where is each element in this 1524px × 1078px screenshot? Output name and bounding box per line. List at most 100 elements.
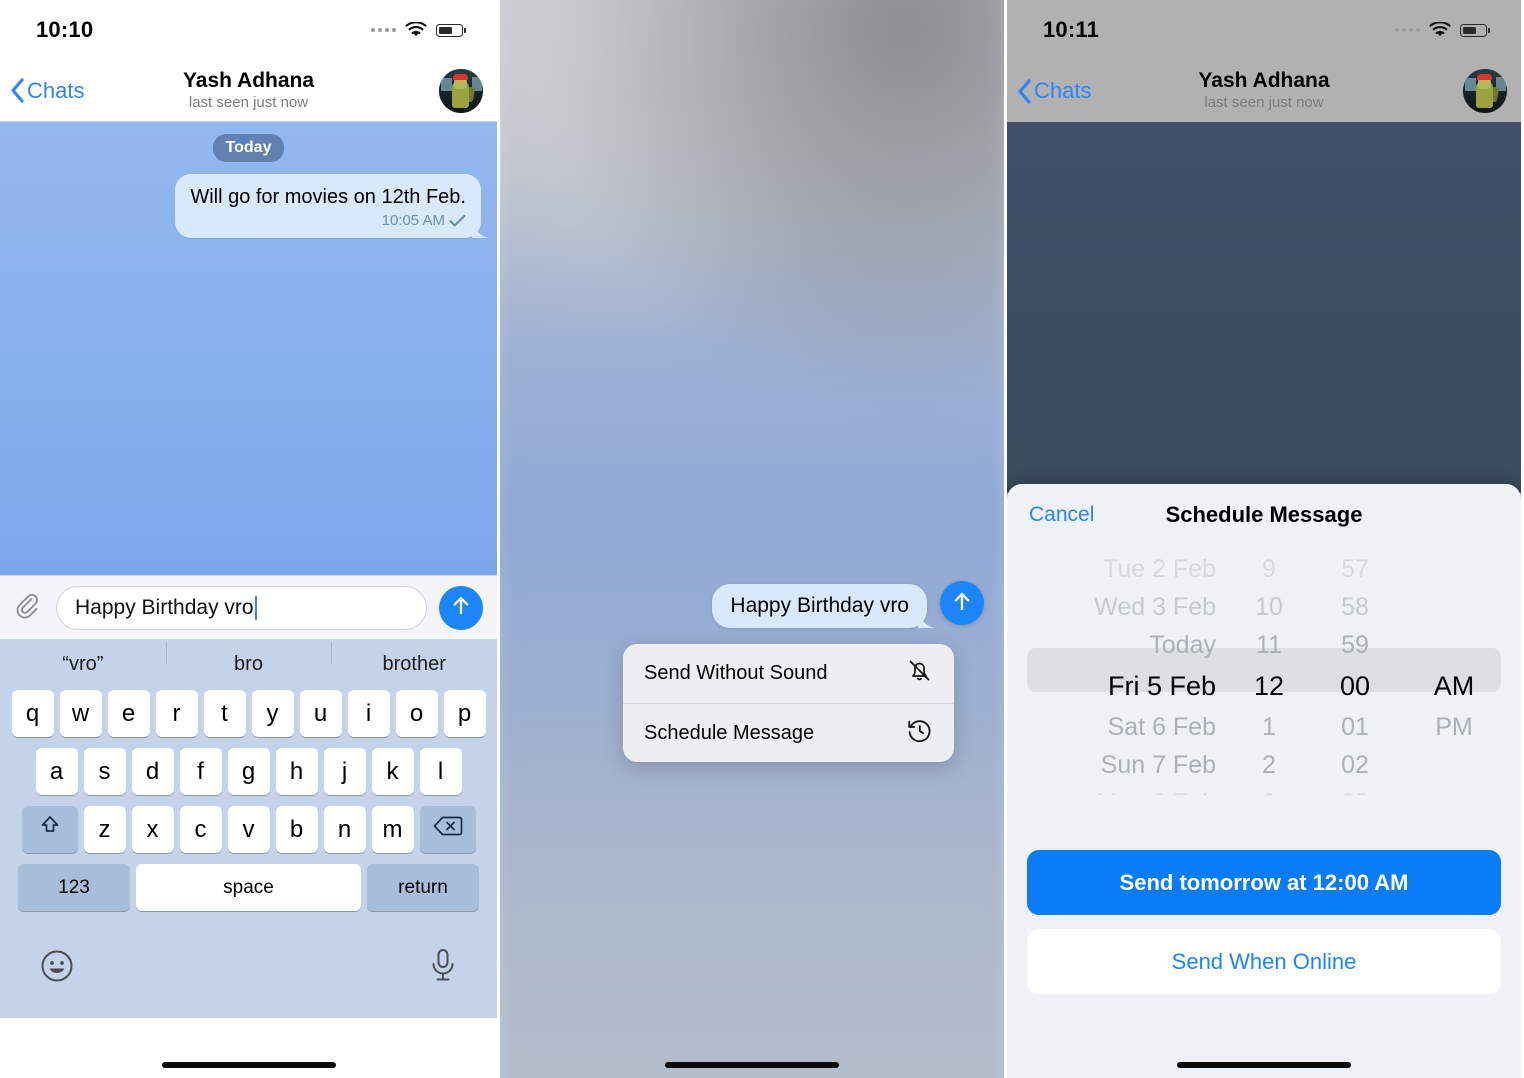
send-when-online-button[interactable]: Send When Online	[1027, 929, 1501, 994]
microphone-icon[interactable]	[429, 948, 457, 989]
numbers-key[interactable]: 123	[18, 864, 130, 911]
picker-minute: 02	[1341, 750, 1369, 779]
key-o[interactable]: o	[395, 690, 438, 737]
chat-message-area: Today Will go for movies on 12th Feb. 10…	[0, 122, 497, 575]
bell-slash-icon	[906, 657, 933, 690]
shift-key[interactable]	[21, 806, 78, 853]
key-f[interactable]: f	[179, 748, 222, 795]
chat-message-area	[1007, 122, 1521, 493]
message-composer: Happy Birthday vro	[0, 575, 497, 639]
send-tomorrow-button[interactable]: Send tomorrow at 12:00 AM	[1027, 850, 1501, 915]
back-label: Chats	[1034, 78, 1092, 103]
contact-avatar[interactable]	[1463, 69, 1507, 113]
send-button[interactable]	[439, 585, 483, 630]
picker-ampm: AM	[1433, 670, 1475, 701]
picker-date: Today	[1149, 630, 1216, 659]
key-l[interactable]: l	[419, 748, 462, 795]
menu-item-schedule-message[interactable]: Schedule Message	[623, 703, 954, 762]
blurred-chat-background	[500, 0, 1004, 1078]
space-key[interactable]: space	[136, 864, 361, 911]
phone-panel-compose: 10:10 Chats Yash Adhana last seen just n…	[0, 0, 497, 1078]
back-to-chats-button[interactable]: Chats	[1017, 78, 1091, 104]
key-a[interactable]: a	[35, 748, 78, 795]
pending-message-bubble[interactable]: Happy Birthday vro	[712, 584, 927, 628]
key-g[interactable]: g	[227, 748, 270, 795]
key-u[interactable]: u	[299, 690, 342, 737]
key-r[interactable]: r	[155, 690, 198, 737]
key-s[interactable]: s	[83, 748, 126, 795]
on-screen-keyboard: “vro” bro brother q w e r t y u i o p a …	[0, 639, 497, 1018]
picker-minute: 00	[1339, 670, 1371, 701]
picker-hour: 11	[1256, 630, 1282, 659]
picker-row[interactable]: Sat 6 Feb 1 01 PM	[1007, 708, 1521, 746]
wifi-icon	[1429, 22, 1451, 38]
menu-item-label: Send Without Sound	[644, 662, 828, 684]
picker-hour: 3	[1232, 789, 1306, 796]
keyboard-row-4: 123 space return	[0, 864, 497, 911]
key-e[interactable]: e	[107, 690, 150, 737]
status-bar: 10:10	[0, 0, 497, 60]
shift-arrow-icon	[37, 813, 63, 846]
picker-row[interactable]: Sun 7 Feb 2 02	[1007, 746, 1521, 784]
picker-row[interactable]: Today 11 59	[1007, 626, 1521, 664]
date-time-picker[interactable]: Tue 2 Feb 9 57 Wed 3 Feb 10 58 Today 11 …	[1007, 550, 1521, 795]
suggestion-0[interactable]: “vro”	[0, 653, 166, 676]
emoji-smiley-icon[interactable]	[40, 949, 74, 988]
key-i[interactable]: i	[347, 690, 390, 737]
key-t[interactable]: t	[203, 690, 246, 737]
suggestion-2[interactable]: brother	[331, 642, 497, 676]
status-clock: 10:11	[1043, 17, 1100, 42]
picker-row[interactable]: Tue 2 Feb 9 57	[1007, 550, 1521, 588]
key-p[interactable]: p	[443, 690, 486, 737]
message-text: Will go for movies on 12th Feb.	[190, 186, 466, 208]
key-j[interactable]: j	[323, 748, 366, 795]
suggestion-bar: “vro” bro brother	[0, 639, 497, 690]
outgoing-message-bubble[interactable]: Will go for movies on 12th Feb. 10:05 AM	[175, 174, 481, 238]
key-h[interactable]: h	[275, 748, 318, 795]
cancel-button[interactable]: Cancel	[1029, 503, 1094, 527]
battery-icon	[436, 23, 466, 37]
back-label: Chats	[27, 77, 85, 103]
nav-bar: Chats Yash Adhana last seen just now	[0, 60, 497, 122]
key-c[interactable]: c	[179, 806, 222, 853]
status-bar: 10:11	[1007, 0, 1521, 60]
send-arrow-up-icon	[950, 589, 974, 618]
key-k[interactable]: k	[371, 748, 414, 795]
keyboard-bottom-bar	[0, 922, 497, 1014]
return-key[interactable]: return	[367, 864, 479, 911]
send-button[interactable]	[940, 581, 984, 625]
key-v[interactable]: v	[227, 806, 270, 853]
picker-hour: 2	[1262, 750, 1276, 779]
picker-row-selected[interactable]: Fri 5 Feb 12 00 AM	[1007, 664, 1521, 708]
back-to-chats-button[interactable]: Chats	[10, 78, 84, 104]
menu-item-send-without-sound[interactable]: Send Without Sound	[623, 644, 954, 703]
suggestion-1[interactable]: bro	[165, 642, 332, 676]
picker-date: Sat 6 Feb	[1107, 712, 1216, 741]
picker-minute: 03	[1306, 789, 1404, 796]
backspace-key[interactable]	[419, 806, 476, 853]
nav-bar: Chats Yash Adhana last seen just now	[1007, 60, 1521, 122]
key-x[interactable]: x	[131, 806, 174, 853]
picker-minute: 59	[1341, 630, 1369, 659]
key-q[interactable]: q	[11, 690, 54, 737]
schedule-message-sheet: Cancel Schedule Message Tue 2 Feb 9 57 W…	[1007, 484, 1521, 1078]
key-d[interactable]: d	[131, 748, 174, 795]
key-n[interactable]: n	[323, 806, 366, 853]
keyboard-row-3: z x c v b n m	[0, 806, 497, 853]
three-phone-screenshots: 10:10 Chats Yash Adhana last seen just n…	[0, 0, 1524, 1078]
sheet-header: Cancel Schedule Message	[1007, 484, 1521, 546]
key-m[interactable]: m	[371, 806, 414, 853]
phone-panel-schedule-sheet: 10:11 Chats Yash Adhana last seen just n…	[1007, 0, 1521, 1078]
key-y[interactable]: y	[251, 690, 294, 737]
message-input[interactable]: Happy Birthday vro	[56, 585, 427, 630]
key-w[interactable]: w	[59, 690, 102, 737]
key-z[interactable]: z	[83, 806, 126, 853]
message-time: 10:05 AM	[381, 212, 445, 229]
picker-row[interactable]: Wed 3 Feb 10 58	[1007, 588, 1521, 626]
contact-avatar[interactable]	[439, 68, 483, 113]
phone-panel-context-menu: Happy Birthday vro Send Without Sound Sc…	[497, 0, 1007, 1078]
key-b[interactable]: b	[275, 806, 318, 853]
status-clock: 10:10	[36, 17, 94, 42]
picker-row[interactable]: Mon 8 Feb 3 03	[1007, 784, 1521, 796]
paperclip-icon[interactable]	[14, 593, 44, 623]
